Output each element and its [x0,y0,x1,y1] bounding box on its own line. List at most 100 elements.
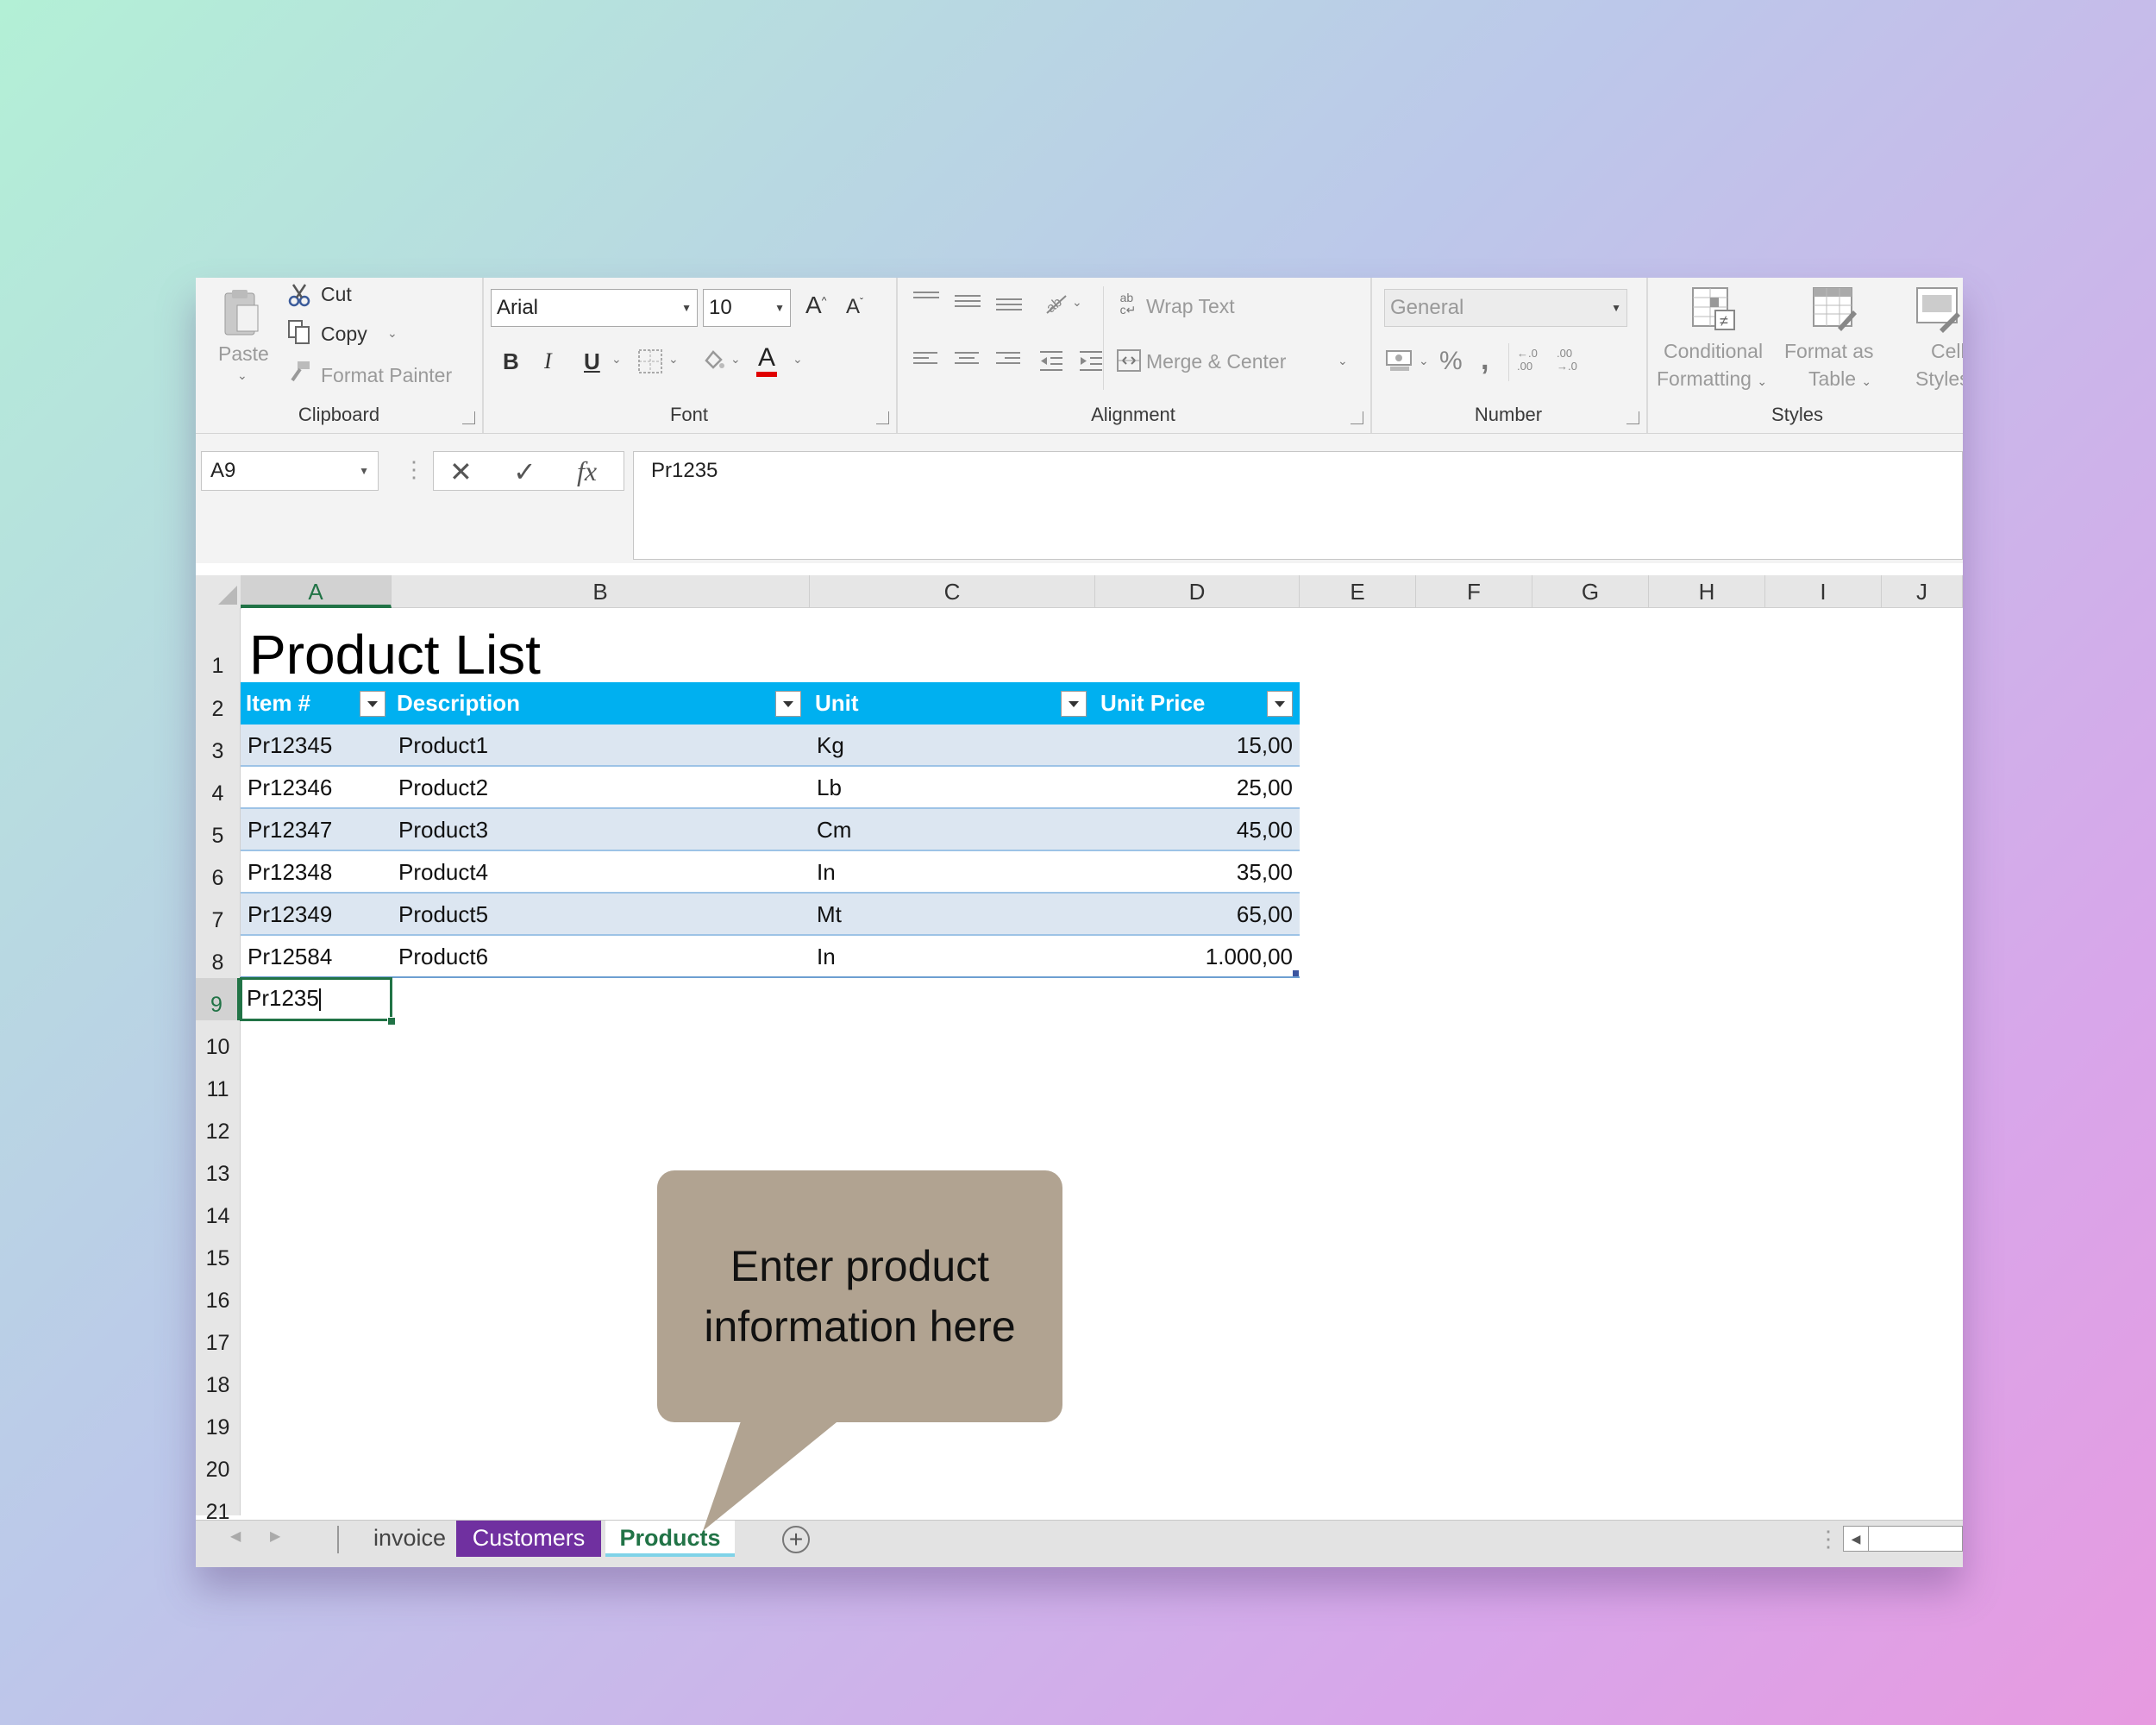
underline-dropdown-icon[interactable]: ⌄ [611,352,622,367]
cancel-icon[interactable]: ✕ [449,455,473,488]
row-header-7[interactable]: 7 [196,894,241,936]
accounting-dropdown-icon[interactable]: ⌄ [1419,354,1429,368]
column-header-a[interactable]: A [241,575,392,608]
unit-cell[interactable]: Cm [810,809,1095,851]
unit-price-cell[interactable]: 45,00 [1095,809,1300,851]
description-cell[interactable]: Product4 [392,851,810,894]
borders-dropdown-icon[interactable]: ⌄ [668,352,679,367]
comma-style-button[interactable]: , [1481,343,1489,377]
description-cell[interactable]: Product6 [392,936,810,978]
row-header-13[interactable]: 13 [196,1147,241,1189]
row-header-17[interactable]: 17 [196,1316,241,1358]
row-header-18[interactable]: 18 [196,1358,241,1401]
clipboard-launcher-icon[interactable] [462,411,475,424]
item-cell[interactable]: Pr12349 [241,894,392,936]
font-name-select[interactable]: Arial ▼ [491,289,698,327]
unit-cell[interactable]: In [810,936,1095,978]
item-cell[interactable]: Pr12584 [241,936,392,978]
merge-dropdown-icon[interactable]: ⌄ [1338,354,1348,368]
row-header-4[interactable]: 4 [196,767,241,809]
row-header-8[interactable]: 8 [196,936,241,978]
fill-handle[interactable] [387,1017,396,1026]
italic-button[interactable]: I [544,348,552,374]
filter-dropdown-icon[interactable] [1267,691,1293,717]
underline-button[interactable]: U [584,348,600,375]
increase-decimal-button[interactable]: ←.0 .00 [1517,347,1545,373]
paste-button[interactable]: Paste [218,342,269,366]
orientation-dropdown-icon[interactable]: ⌄ [1072,295,1082,310]
bottom-align-icon[interactable] [996,295,1022,314]
conditional-formatting-line1[interactable]: Conditional [1664,340,1763,363]
column-header-h[interactable]: H [1649,575,1765,608]
scroll-left-icon[interactable]: ◀ [1844,1527,1869,1551]
unit-price-cell[interactable]: 25,00 [1095,767,1300,809]
horizontal-scrollbar[interactable]: ◀ [1843,1526,1963,1552]
description-cell[interactable]: Product3 [392,809,810,851]
select-all-button[interactable] [196,575,241,609]
decrease-font-size-button[interactable]: Aˇ [846,295,863,319]
format-as-table-button[interactable]: Table ⌄ [1808,367,1871,391]
copy-button[interactable]: Copy [321,323,367,346]
column-header-j[interactable]: J [1882,575,1963,608]
description-cell[interactable]: Product1 [392,724,810,767]
row-header-5[interactable]: 5 [196,809,241,851]
format-painter-button[interactable]: Format Painter [321,364,452,387]
paste-dropdown-icon[interactable]: ⌄ [237,368,248,383]
number-format-select[interactable]: General ▼ [1384,289,1627,327]
active-cell-a9[interactable]: Pr1235 [240,977,392,1021]
sheet-title[interactable]: Product List [249,620,541,689]
percent-style-button[interactable]: % [1439,347,1463,376]
accounting-format-icon[interactable] [1384,347,1415,374]
item-cell[interactable]: Pr12348 [241,851,392,894]
fill-color-dropdown-icon[interactable]: ⌄ [730,352,741,367]
row-header-12[interactable]: 12 [196,1105,241,1147]
tab-invoice[interactable]: invoice [349,1521,470,1557]
unit-cell[interactable]: In [810,851,1095,894]
paste-icon[interactable] [222,286,260,340]
row-header-10[interactable]: 10 [196,1020,241,1063]
filter-dropdown-icon[interactable] [1061,691,1087,717]
filter-dropdown-icon[interactable] [360,691,385,717]
item-cell[interactable]: Pr12345 [241,724,392,767]
unit-cell[interactable]: Mt [810,894,1095,936]
more-options-icon[interactable]: ⋮ [1817,1526,1839,1552]
row-header-1[interactable]: 1 [196,608,241,682]
fill-color-icon[interactable] [698,345,727,374]
column-header-d[interactable]: D [1095,575,1300,608]
row-header-15[interactable]: 15 [196,1232,241,1274]
middle-align-icon[interactable] [955,292,981,310]
scroll-tabs-right-icon[interactable]: ▶ [270,1527,280,1545]
item-cell[interactable]: Pr12347 [241,809,392,851]
formula-input[interactable]: Pr1235 [633,451,1963,560]
font-color-button[interactable]: A [756,343,778,377]
table-resize-handle[interactable] [1293,970,1299,976]
scroll-tabs-left-icon[interactable]: ◀ [230,1527,241,1545]
cell-styles-line1[interactable]: Cell [1931,340,1963,363]
row-header-16[interactable]: 16 [196,1274,241,1316]
wrap-text-button[interactable]: Wrap Text [1146,295,1235,318]
format-as-table-line1[interactable]: Format as [1784,340,1874,363]
header-description[interactable]: Description [392,682,810,724]
unit-price-cell[interactable]: 1.000,00 [1095,936,1300,978]
enter-icon[interactable]: ✓ [513,455,536,488]
name-box[interactable]: A9 ▼ [201,451,379,491]
unit-cell[interactable]: Lb [810,767,1095,809]
row-header-11[interactable]: 11 [196,1063,241,1105]
row-header-14[interactable]: 14 [196,1189,241,1232]
cut-button[interactable]: Cut [321,283,352,306]
column-header-g[interactable]: G [1532,575,1649,608]
orientation-icon[interactable]: ab [1041,288,1070,317]
description-cell[interactable]: Product5 [392,894,810,936]
conditional-formatting-button[interactable]: Formatting ⌄ [1657,367,1767,391]
font-color-dropdown-icon[interactable]: ⌄ [793,352,803,367]
column-header-i[interactable]: I [1765,575,1882,608]
borders-icon[interactable] [636,347,665,376]
font-size-select[interactable]: 10 ▼ [703,289,791,327]
decrease-indent-icon[interactable] [1037,347,1065,374]
tab-products[interactable]: Products [605,1521,735,1557]
cell-styles-button[interactable]: Styles [1915,367,1963,391]
row-header-6[interactable]: 6 [196,851,241,894]
increase-font-size-button[interactable]: A^ [805,292,826,319]
unit-price-cell[interactable]: 15,00 [1095,724,1300,767]
align-left-icon[interactable] [913,348,937,367]
